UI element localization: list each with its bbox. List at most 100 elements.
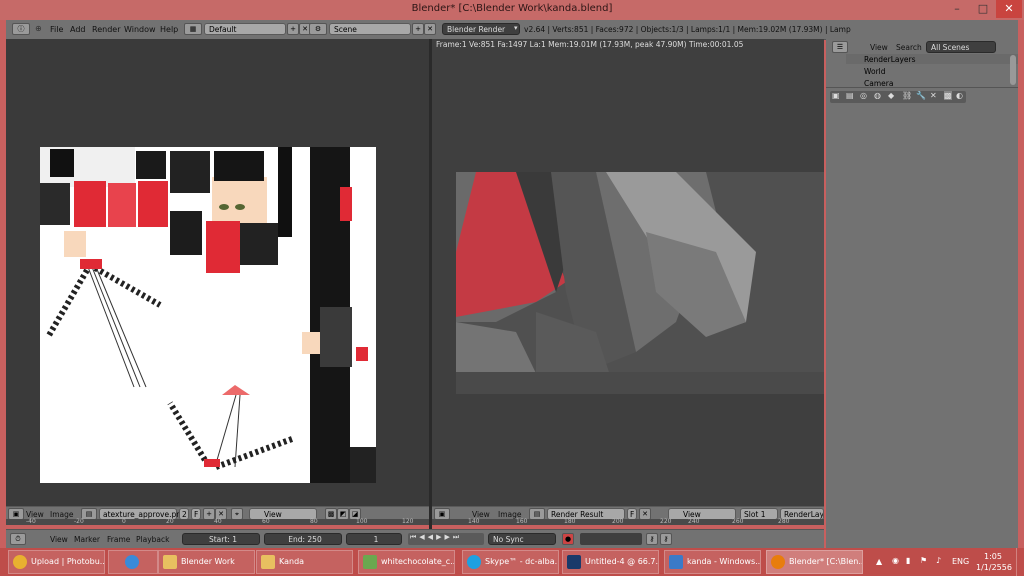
- editor-type-icon[interactable]: ⏱: [10, 533, 26, 545]
- timeline-menu-playback[interactable]: Playback: [136, 535, 169, 544]
- object-tab-icon[interactable]: ◆: [888, 91, 894, 100]
- ruler-tick: -20: [74, 518, 84, 525]
- render-engine-select[interactable]: Blender Render: [442, 23, 520, 35]
- window-title: Blender* [C:\Blender Work\kanda.blend]: [411, 3, 613, 14]
- scene-icon[interactable]: ⚙: [309, 23, 327, 35]
- menu-add[interactable]: Add: [70, 25, 86, 34]
- remove-scene-icon[interactable]: ✕: [424, 23, 436, 35]
- physics-tab-icon[interactable]: ◐: [956, 91, 963, 100]
- taskbar-kanda-button[interactable]: Kanda: [256, 550, 353, 574]
- screen-layout-icon[interactable]: ▦: [184, 23, 202, 35]
- ruler-tick: 160: [516, 518, 528, 525]
- taskbar-label: Blender* [C:\Blen...: [789, 557, 863, 566]
- render-tab-icon[interactable]: ▣: [832, 91, 840, 100]
- scene-field[interactable]: Scene: [329, 23, 411, 35]
- volume-icon[interactable]: ♪: [936, 556, 941, 565]
- info-header: ⓘ ⊕ File Add Render Window Help ▦ Defaul…: [6, 20, 1018, 40]
- clock-time[interactable]: 1:05: [984, 552, 1002, 561]
- world-tab-icon[interactable]: ◍: [874, 91, 881, 100]
- ruler-tick: 60: [262, 518, 270, 525]
- taskbar-blender-work-button[interactable]: Blender Work: [158, 550, 255, 574]
- chevron-down-icon: ▾: [514, 24, 518, 32]
- uv-menu-image[interactable]: Image: [50, 510, 74, 519]
- ruler-tick: 280: [778, 518, 790, 525]
- ruler-tick: 240: [688, 518, 700, 525]
- ruler-tick: 180: [564, 518, 576, 525]
- outliner-item-renderlayers[interactable]: RenderLayers: [864, 55, 916, 64]
- photoshop-icon: [567, 555, 581, 569]
- flag-icon[interactable]: ⚑: [920, 556, 927, 565]
- collapse-menus-icon[interactable]: ⊕: [35, 24, 42, 33]
- outliner-item-world[interactable]: World: [864, 67, 886, 76]
- timeline-menu-view[interactable]: View: [50, 535, 68, 544]
- tray-expand-icon[interactable]: ▲: [876, 557, 882, 566]
- windows-taskbar: Upload | Photobu... Blender Work Kanda w…: [0, 548, 1024, 576]
- minimize-button[interactable]: –: [944, 0, 970, 18]
- delete-keyframe-icon[interactable]: ⚷: [660, 533, 672, 545]
- playback-controls[interactable]: ⏮◀◀▶▶⏭: [408, 533, 484, 545]
- sync-mode-select[interactable]: No Sync: [488, 533, 556, 545]
- taskbar-ie-button[interactable]: [108, 550, 158, 574]
- constraints-tab-icon[interactable]: ⛓: [902, 91, 912, 100]
- taskbar-photo-viewer-button[interactable]: kanda - Windows...: [664, 550, 761, 574]
- taskbar-blender-button[interactable]: Blender* [C:\Blen...: [766, 550, 863, 574]
- language-indicator[interactable]: ENG: [952, 557, 969, 566]
- close-button[interactable]: ✕: [996, 0, 1022, 18]
- tray-app-icon[interactable]: ◉: [892, 556, 899, 565]
- properties-editor[interactable]: ▣ ▤ ◎ ◍ ◆ ⛓ 🔧 ✕ ▩ ◐: [826, 87, 1018, 548]
- current-frame-field[interactable]: 1: [346, 533, 402, 545]
- maximize-button[interactable]: □: [970, 0, 996, 18]
- uv-image-editor[interactable]: ▣ View Image ▤ atexture_approve.png 2 F …: [6, 39, 429, 525]
- render-result-editor[interactable]: ▣ View Image ▤ Render Result F ✕ View Sl…: [432, 39, 824, 525]
- taskbar-label: whitechocolate_c...: [381, 557, 455, 566]
- menu-window[interactable]: Window: [124, 25, 156, 34]
- taskbar-chrome-button[interactable]: Upload | Photobu...: [8, 550, 105, 574]
- start-frame-field[interactable]: Start: 1: [182, 533, 260, 545]
- modifiers-tab-icon[interactable]: 🔧: [916, 91, 926, 100]
- folder-icon: [261, 555, 275, 569]
- outliner[interactable]: ☰ View Search All Scenes RenderLayers Wo…: [826, 39, 1018, 88]
- layout-field[interactable]: Default: [204, 23, 286, 35]
- keying-set-select[interactable]: [580, 533, 642, 545]
- end-frame-field[interactable]: End: 250: [264, 533, 342, 545]
- data-tab-icon[interactable]: ✕: [930, 91, 937, 100]
- taskbar-label: kanda - Windows...: [687, 557, 761, 566]
- properties-context-tabs: ▣ ▤ ◎ ◍ ◆ ⛓ 🔧 ✕ ▩ ◐: [830, 91, 966, 103]
- render-info-text: Frame:1 Ve:851 Fa:1497 La:1 Mem:19.01M (…: [436, 40, 744, 49]
- add-layout-icon[interactable]: +: [287, 23, 299, 35]
- clock-date[interactable]: 1/1/2556: [976, 563, 1012, 572]
- window-titlebar[interactable]: Blender* [C:\Blender Work\kanda.blend] –…: [0, 0, 1024, 20]
- image-icon: [363, 555, 377, 569]
- ruler-tick: 100: [356, 518, 368, 525]
- network-icon[interactable]: ▮: [906, 556, 910, 565]
- menu-help[interactable]: Help: [160, 25, 178, 34]
- menu-file[interactable]: File: [50, 25, 63, 34]
- layers-tab-icon[interactable]: ▤: [846, 91, 854, 100]
- taskbar-label: Upload | Photobu...: [31, 557, 105, 566]
- add-scene-icon[interactable]: +: [412, 23, 424, 35]
- taskbar-skype-button[interactable]: Skype™ - dc-alba...: [462, 550, 559, 574]
- outliner-menu-view[interactable]: View: [870, 43, 888, 52]
- ruler-tick: 40: [214, 518, 222, 525]
- scene-tab-icon[interactable]: ◎: [860, 91, 867, 100]
- timeline-menu-marker[interactable]: Marker: [74, 535, 100, 544]
- uv-ruler: -40 -20 0 20 40 60 80 100 120: [6, 519, 429, 525]
- outliner-row[interactable]: RenderLayers: [846, 54, 1018, 64]
- outliner-scrollbar[interactable]: [1010, 55, 1016, 85]
- record-icon[interactable]: ●: [562, 533, 574, 545]
- outliner-filter-select[interactable]: All Scenes: [926, 41, 996, 53]
- menu-render[interactable]: Render: [92, 25, 120, 34]
- editor-type-icon[interactable]: ⓘ: [12, 23, 30, 35]
- ruler-tick: -40: [26, 518, 36, 525]
- texture-tab-icon[interactable]: ▩: [944, 91, 952, 100]
- taskbar-label: Skype™ - dc-alba...: [485, 557, 559, 566]
- taskbar-label: Kanda: [279, 557, 305, 566]
- outliner-menu-search[interactable]: Search: [896, 43, 922, 52]
- taskbar-photoshop-button[interactable]: Untitled-4 @ 66.7...: [562, 550, 659, 574]
- show-desktop-button[interactable]: [1016, 548, 1024, 576]
- insert-keyframe-icon[interactable]: ⚷: [646, 533, 658, 545]
- timeline-menu-frame[interactable]: Frame: [107, 535, 130, 544]
- editor-type-icon[interactable]: ☰: [832, 41, 848, 53]
- blender-icon: [771, 555, 785, 569]
- taskbar-whitechocolate-button[interactable]: whitechocolate_c...: [358, 550, 455, 574]
